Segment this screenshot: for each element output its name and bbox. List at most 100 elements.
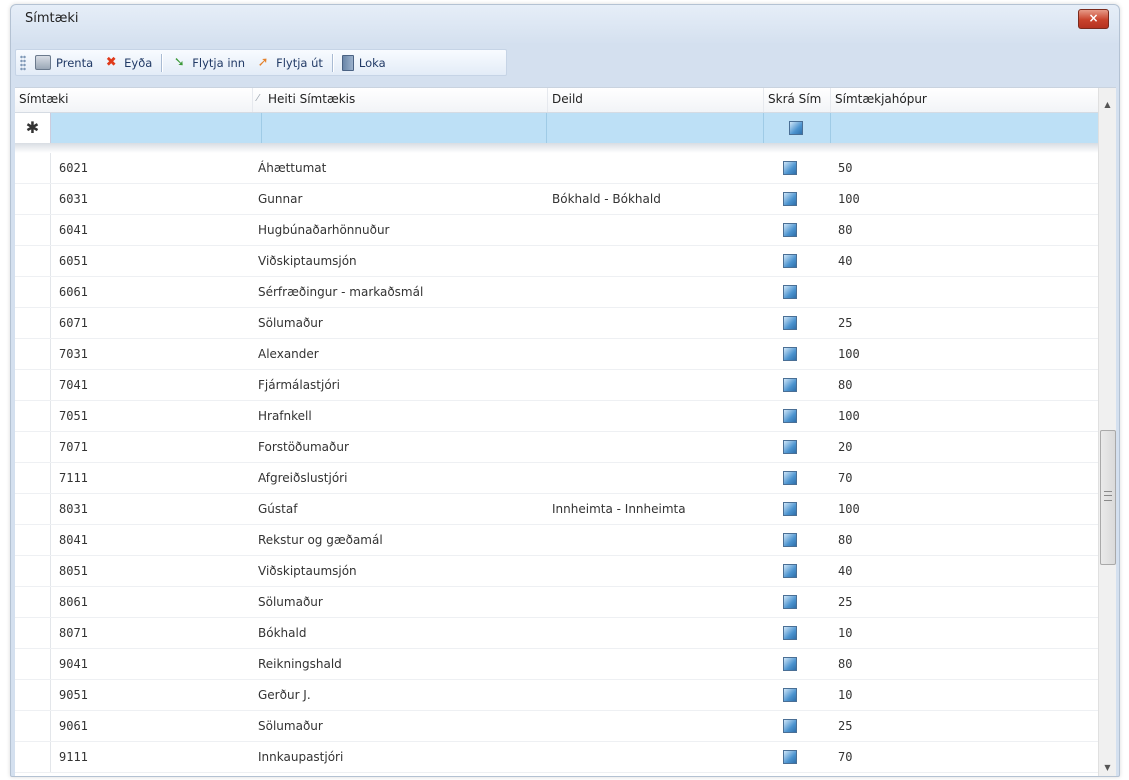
cell-simtaeki[interactable]: 8071 bbox=[59, 618, 88, 648]
row-selector[interactable] bbox=[15, 308, 51, 338]
table-row[interactable]: 8071 Bókhald 10 bbox=[15, 618, 1099, 649]
cell-hopur[interactable]: 40 bbox=[838, 556, 852, 586]
cell-simtaeki[interactable]: 6021 bbox=[59, 153, 88, 183]
row-selector[interactable] bbox=[15, 215, 51, 245]
cell-simtaeki[interactable]: 6051 bbox=[59, 246, 88, 276]
column-header-heiti[interactable]: Heiti Símtækis bbox=[264, 88, 548, 112]
exit-button[interactable]: Loka bbox=[337, 52, 391, 74]
scroll-up-icon[interactable]: ▲ bbox=[1099, 96, 1116, 113]
table-row[interactable]: 6031 Gunnar Bókhald - Bókhald 100 bbox=[15, 184, 1099, 215]
row-selector[interactable] bbox=[15, 432, 51, 462]
cell-hopur[interactable]: 100 bbox=[838, 339, 860, 369]
row-selector[interactable] bbox=[15, 587, 51, 617]
column-header-skra-sim[interactable]: Skrá Sím bbox=[764, 88, 831, 112]
table-row[interactable]: 9051 Gerður J. 10 bbox=[15, 680, 1099, 711]
row-selector[interactable] bbox=[15, 494, 51, 524]
new-row[interactable]: ✱ bbox=[15, 113, 1099, 143]
table-row[interactable]: 6021 Áhættumat 50 bbox=[15, 153, 1099, 184]
skra-sim-checkbox[interactable] bbox=[783, 626, 797, 640]
cell-hopur[interactable]: 10 bbox=[838, 618, 852, 648]
skra-sim-checkbox[interactable] bbox=[783, 595, 797, 609]
cell-simtaeki[interactable]: 7031 bbox=[59, 339, 88, 369]
close-button[interactable]: × bbox=[1078, 9, 1109, 29]
row-selector[interactable] bbox=[15, 277, 51, 307]
cell-simtaeki[interactable]: 8051 bbox=[59, 556, 88, 586]
cell-hopur[interactable]: 50 bbox=[838, 153, 852, 183]
skra-sim-checkbox[interactable] bbox=[783, 533, 797, 547]
skra-sim-checkbox[interactable] bbox=[783, 223, 797, 237]
cell-heiti[interactable]: Innkaupastjóri bbox=[258, 742, 343, 772]
table-row[interactable]: 6051 Viðskiptaumsjón 40 bbox=[15, 246, 1099, 277]
cell-simtaeki[interactable]: 6041 bbox=[59, 215, 88, 245]
table-row[interactable]: 9111 Innkaupastjóri 70 bbox=[15, 742, 1099, 773]
row-selector[interactable] bbox=[15, 525, 51, 555]
cell-heiti[interactable]: Áhættumat bbox=[258, 153, 326, 183]
cell-simtaeki[interactable]: 9041 bbox=[59, 649, 88, 679]
vertical-scrollbar[interactable]: ▲ ▼ bbox=[1098, 88, 1116, 776]
new-row-cell-skra-sim[interactable] bbox=[764, 113, 831, 143]
skra-sim-checkbox[interactable] bbox=[783, 502, 797, 516]
cell-simtaeki[interactable]: 8041 bbox=[59, 525, 88, 555]
skra-sim-checkbox[interactable] bbox=[783, 161, 797, 175]
cell-hopur[interactable]: 80 bbox=[838, 370, 852, 400]
print-button[interactable]: Prenta bbox=[30, 52, 98, 74]
new-row-cell-heiti[interactable] bbox=[262, 113, 547, 143]
row-selector[interactable] bbox=[15, 711, 51, 741]
new-row-cell-simtaeki[interactable] bbox=[51, 113, 262, 143]
row-selector[interactable] bbox=[15, 680, 51, 710]
skra-sim-checkbox[interactable] bbox=[783, 285, 797, 299]
skra-sim-checkbox[interactable] bbox=[783, 347, 797, 361]
cell-hopur[interactable]: 25 bbox=[838, 587, 852, 617]
skra-sim-checkbox[interactable] bbox=[783, 254, 797, 268]
cell-hopur[interactable]: 80 bbox=[838, 649, 852, 679]
table-row[interactable]: 7041 Fjármálastjóri 80 bbox=[15, 370, 1099, 401]
cell-heiti[interactable]: Gústaf bbox=[258, 494, 297, 524]
column-header-hopur[interactable]: Símtækjahópur bbox=[831, 88, 1099, 112]
export-button[interactable]: ➚ Flytja út bbox=[250, 52, 328, 74]
skra-sim-checkbox[interactable] bbox=[783, 688, 797, 702]
skra-sim-checkbox[interactable] bbox=[783, 719, 797, 733]
table-row[interactable]: 6071 Sölumaður 25 bbox=[15, 308, 1099, 339]
cell-simtaeki[interactable]: 8061 bbox=[59, 587, 88, 617]
table-row[interactable]: 6061 Sérfræðingur - markaðsmál bbox=[15, 277, 1099, 308]
skra-sim-checkbox[interactable] bbox=[783, 440, 797, 454]
table-row[interactable]: 8031 Gústaf Innheimta - Innheimta 100 bbox=[15, 494, 1099, 525]
skra-sim-checkbox[interactable] bbox=[783, 378, 797, 392]
cell-hopur[interactable]: 80 bbox=[838, 525, 852, 555]
cell-hopur[interactable]: 25 bbox=[838, 308, 852, 338]
skra-sim-checkbox[interactable] bbox=[783, 471, 797, 485]
cell-simtaeki[interactable]: 7111 bbox=[59, 463, 88, 493]
cell-hopur[interactable]: 100 bbox=[838, 184, 860, 214]
import-button[interactable]: ➘ Flytja inn bbox=[166, 52, 250, 74]
row-selector[interactable] bbox=[15, 246, 51, 276]
cell-deild[interactable]: Bókhald - Bókhald bbox=[552, 184, 661, 214]
table-row[interactable]: 8051 Viðskiptaumsjón 40 bbox=[15, 556, 1099, 587]
cell-deild[interactable]: Innheimta - Innheimta bbox=[552, 494, 686, 524]
row-selector[interactable] bbox=[15, 401, 51, 431]
cell-heiti[interactable]: Sérfræðingur - markaðsmál bbox=[258, 277, 423, 307]
cell-heiti[interactable]: Afgreiðslustjóri bbox=[258, 463, 347, 493]
cell-heiti[interactable]: Hugbúnaðarhönnuður bbox=[258, 215, 390, 245]
cell-simtaeki[interactable]: 7041 bbox=[59, 370, 88, 400]
cell-heiti[interactable]: Hrafnkell bbox=[258, 401, 312, 431]
table-row[interactable]: 8061 Sölumaður 25 bbox=[15, 587, 1099, 618]
column-header-deild[interactable]: Deild bbox=[548, 88, 764, 112]
cell-simtaeki[interactable]: 9061 bbox=[59, 711, 88, 741]
table-row[interactable]: 7071 Forstöðumaður 20 bbox=[15, 432, 1099, 463]
cell-simtaeki[interactable]: 9111 bbox=[59, 742, 88, 772]
cell-simtaeki[interactable]: 6061 bbox=[59, 277, 88, 307]
skra-sim-checkbox[interactable] bbox=[783, 316, 797, 330]
row-selector[interactable] bbox=[15, 184, 51, 214]
table-row[interactable]: 7111 Afgreiðslustjóri 70 bbox=[15, 463, 1099, 494]
row-selector[interactable] bbox=[15, 153, 51, 183]
skra-sim-checkbox[interactable] bbox=[783, 564, 797, 578]
cell-heiti[interactable]: Sölumaður bbox=[258, 308, 323, 338]
checkbox-icon[interactable] bbox=[789, 121, 803, 135]
cell-simtaeki[interactable]: 6031 bbox=[59, 184, 88, 214]
cell-heiti[interactable]: Gunnar bbox=[258, 184, 302, 214]
row-selector[interactable] bbox=[15, 339, 51, 369]
cell-hopur[interactable]: 70 bbox=[838, 742, 852, 772]
row-selector[interactable] bbox=[15, 370, 51, 400]
column-header-simtaeki[interactable]: Símtæki bbox=[15, 88, 253, 112]
skra-sim-checkbox[interactable] bbox=[783, 657, 797, 671]
